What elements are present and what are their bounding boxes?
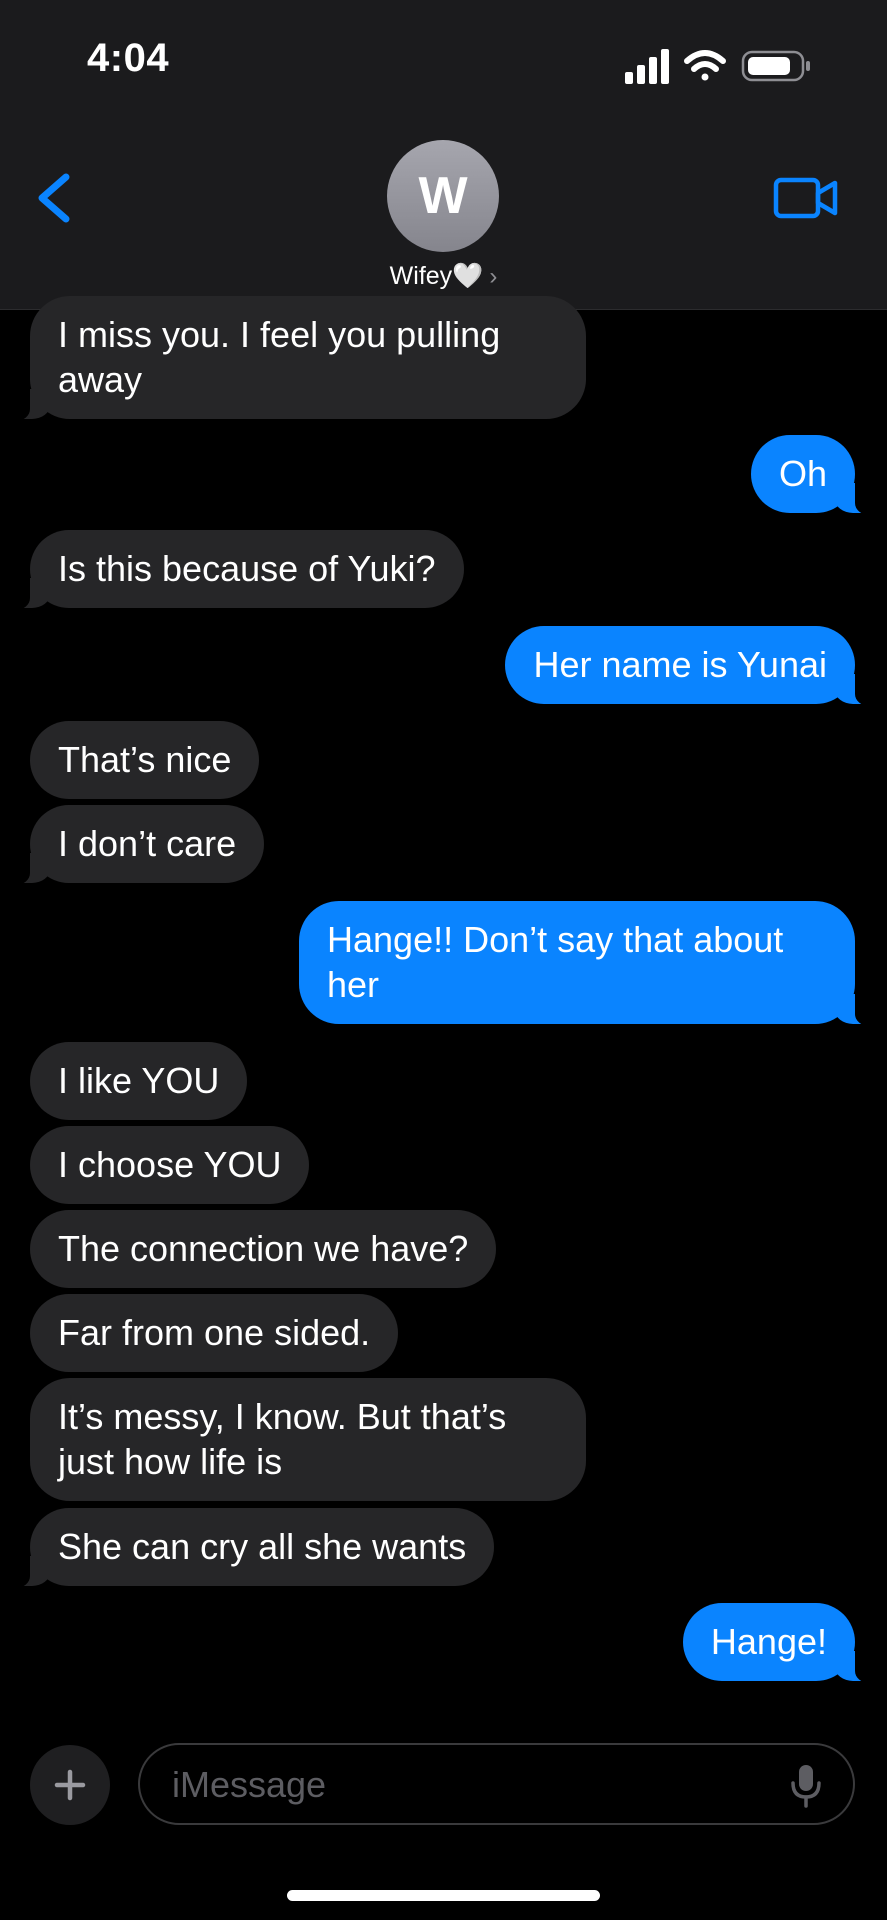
outgoing-message-bubble[interactable]: Her name is Yunai: [505, 626, 877, 706]
status-bar-icons: [625, 49, 810, 84]
status-bar-time: 4:04: [87, 36, 170, 80]
incoming-message-bubble[interactable]: Is this because of Yuki?: [8, 530, 464, 610]
apps-plus-button[interactable]: [30, 1745, 110, 1825]
conversation-header: 4:04 W Wifey🤍 ›: [0, 0, 887, 310]
home-indicator[interactable]: [287, 1890, 600, 1901]
incoming-message-bubble[interactable]: Far from one sided.: [30, 1294, 399, 1372]
plus-icon: [54, 1769, 86, 1801]
microphone-icon[interactable]: [789, 1763, 823, 1809]
cellular-signal-icon: [625, 49, 669, 84]
back-button[interactable]: [30, 163, 80, 233]
incoming-message-bubble[interactable]: I choose YOU: [30, 1126, 310, 1204]
avatar-initial: W: [418, 167, 468, 225]
contact-name: Wifey🤍: [389, 262, 484, 290]
imessage-input[interactable]: [170, 1757, 734, 1813]
facetime-video-button[interactable]: [773, 175, 839, 221]
battery-icon: [741, 50, 810, 82]
chevron-right-icon: ›: [489, 263, 498, 290]
incoming-message-bubble[interactable]: I don’t care: [7, 805, 265, 885]
incoming-message-bubble[interactable]: She can cry all she wants: [7, 1508, 495, 1588]
chevron-left-icon: [38, 173, 70, 223]
outgoing-message-bubble[interactable]: Hange!! Don’t say that about her: [299, 901, 877, 1026]
imessage-field-container[interactable]: [138, 1743, 855, 1825]
incoming-message-bubble[interactable]: I miss you. I feel you pulling away: [8, 296, 586, 421]
incoming-message-bubble[interactable]: It’s messy, I know. But that’s just how …: [30, 1378, 586, 1501]
contact-avatar[interactable]: W: [387, 140, 499, 252]
message-thread[interactable]: I miss you. I feel you pulling away Oh I…: [0, 296, 887, 1710]
outgoing-message-bubble[interactable]: Hange!: [682, 1603, 878, 1683]
wifi-icon: [684, 50, 726, 81]
incoming-message-bubble[interactable]: The connection we have?: [30, 1210, 497, 1288]
contact-name-button[interactable]: Wifey🤍 ›: [300, 262, 587, 291]
compose-bar: [0, 1740, 887, 1830]
incoming-message-bubble[interactable]: I like YOU: [30, 1042, 248, 1120]
outgoing-message-bubble[interactable]: Oh: [750, 435, 878, 515]
incoming-message-bubble[interactable]: That’s nice: [30, 721, 260, 799]
video-camera-icon: [773, 177, 838, 219]
